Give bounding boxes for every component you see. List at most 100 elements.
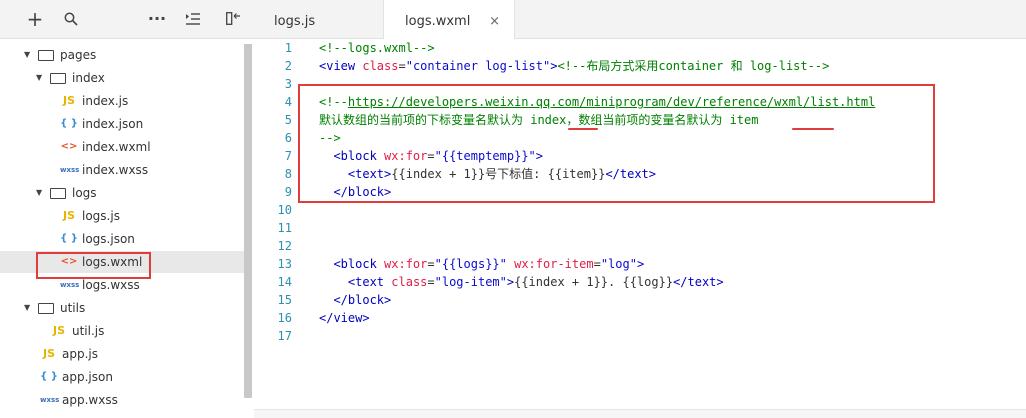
tree-item-index-wxss[interactable]: wxss index.wxss [0,159,244,181]
tree-item-label: app.js [62,347,98,361]
tree-item-logs-json[interactable]: { } logs.json [0,228,244,250]
tab-logs-wxml[interactable]: logs.wxml × [383,0,515,39]
tree-item-label: utils [60,301,86,315]
chevron-down-icon[interactable]: ▼ [36,67,46,89]
code-token: <view [319,59,363,73]
json-file-icon: { } [60,233,78,244]
tree-item-app-wxss[interactable]: wxss app.wxss [0,389,244,411]
line-number: 15 [277,293,292,307]
tree-item-index[interactable]: ▼ index [0,67,244,89]
tree-item-index-json[interactable]: { } index.json [0,113,244,135]
code-token: = [593,257,601,271]
folder-icon [38,303,54,314]
line-number: 6 [284,131,292,145]
file-explorer: + ··· ▼ pages ▼ index JS index.js { } index.jso… [0,0,255,417]
code-token: {{index + 1}}. {{log}} [514,275,674,289]
tree-item-label: pages [60,48,97,62]
code-token: </block> [333,293,392,307]
wxss-file-icon: wxss [40,396,60,404]
wxml-file-icon: <> [60,141,78,152]
code-token: class [391,275,428,289]
wxss-file-icon: wxss [60,166,80,174]
code-token: "{{logs}}" [434,257,507,271]
underline-mark-index [568,128,598,130]
plus-icon[interactable]: + [24,8,46,30]
line-number: 13 [277,257,292,271]
code-token: wx:for [384,257,428,271]
code-line[interactable]: 12 [254,237,1026,255]
code-text: </block> [319,291,391,309]
tree-item-label: index [72,71,105,85]
tree-item-logs-js[interactable]: JS logs.js [0,205,244,227]
tree-item-label: index.wxss [82,163,149,177]
code-line[interactable]: 1 <!--logs.wxml--> [254,39,1026,57]
code-text: <view class="container log-list"><!--布局方… [319,57,829,75]
line-number: 4 [284,95,292,109]
line-number: 12 [277,239,292,253]
tree-item-label: app.json [62,370,113,384]
search-icon[interactable] [60,8,82,30]
code-token: <!--布局方式采用container 和 log-list--> [557,59,830,73]
line-number: 17 [277,329,292,343]
tree-item-logs[interactable]: ▼ logs [0,182,244,204]
tree-item-utils[interactable]: ▼ utils [0,297,244,319]
tree-item-util-js[interactable]: JS util.js [0,320,244,342]
tree-item-label: index.js [82,94,129,108]
highlight-box-selected-file [36,252,151,279]
line-number: 8 [284,167,292,181]
tree-item-label: logs.json [82,232,135,246]
tab-logs-js[interactable]: logs.js [274,0,364,38]
code-line[interactable]: 16 </view> [254,309,1026,327]
code-token: wx:for-item [514,257,594,271]
line-number: 16 [277,311,292,325]
more-icon[interactable]: ··· [146,8,168,30]
code-token: </view> [319,311,370,325]
code-line[interactable]: 10 [254,201,1026,219]
tree-item-label: logs [72,186,97,200]
line-number: 3 [284,77,292,91]
code-line[interactable]: 11 [254,219,1026,237]
tree-item-index-js[interactable]: JS index.js [0,90,244,112]
collapse-icon[interactable] [182,8,204,30]
line-number: 10 [277,203,292,217]
split-icon[interactable] [222,8,244,30]
code-line[interactable]: 15 </block> [254,291,1026,309]
tree-item-pages[interactable]: ▼ pages [0,44,244,66]
chevron-down-icon[interactable]: ▼ [24,297,34,319]
code-line[interactable]: 17 [254,327,1026,345]
tree-item-label: index.json [82,117,144,131]
line-number: 5 [284,113,292,127]
code-text: <text class="log-item">{{index + 1}}. {{… [319,273,724,291]
close-icon[interactable]: × [489,0,500,44]
tree-item-index-wxml[interactable]: <> index.wxml [0,136,244,158]
line-number: 14 [277,275,292,289]
highlight-box-code-block [298,84,935,203]
js-file-icon: JS [62,209,75,222]
code-token: = [427,275,435,289]
explorer-toolbar: + ··· [0,0,254,39]
tree-item-label: app.wxss [62,393,118,407]
folder-icon [50,73,66,84]
chevron-down-icon[interactable]: ▼ [36,182,46,204]
line-number: 2 [284,59,292,73]
code-line[interactable]: 14 <text class="log-item">{{index + 1}}.… [254,273,1026,291]
code-token: <block [333,257,385,271]
tab-label: logs.js [274,14,316,29]
code-token: <!--logs.wxml--> [319,41,435,55]
code-token: "log" [600,257,637,271]
tree-item-label: logs.js [82,209,120,223]
code-line[interactable]: 2 <view class="container log-list"><!--布局… [254,57,1026,75]
js-file-icon: JS [52,324,65,337]
tree-item-app-json[interactable]: { } app.json [0,366,244,388]
code-line[interactable]: 13 <block wx:for="{{logs}}" wx:for-item=… [254,255,1026,273]
sidebar-scrollbar[interactable] [244,44,252,398]
code-token: "container log-list" [405,59,551,73]
code-token: class [362,59,399,73]
json-file-icon: { } [40,371,58,382]
chevron-down-icon[interactable]: ▼ [24,44,34,66]
code-text: <block wx:for="{{logs}}" wx:for-item="lo… [319,255,644,273]
tree-item-app-js[interactable]: JS app.js [0,343,244,365]
editor-tabbar: logs.js logs.wxml × [254,0,1026,39]
